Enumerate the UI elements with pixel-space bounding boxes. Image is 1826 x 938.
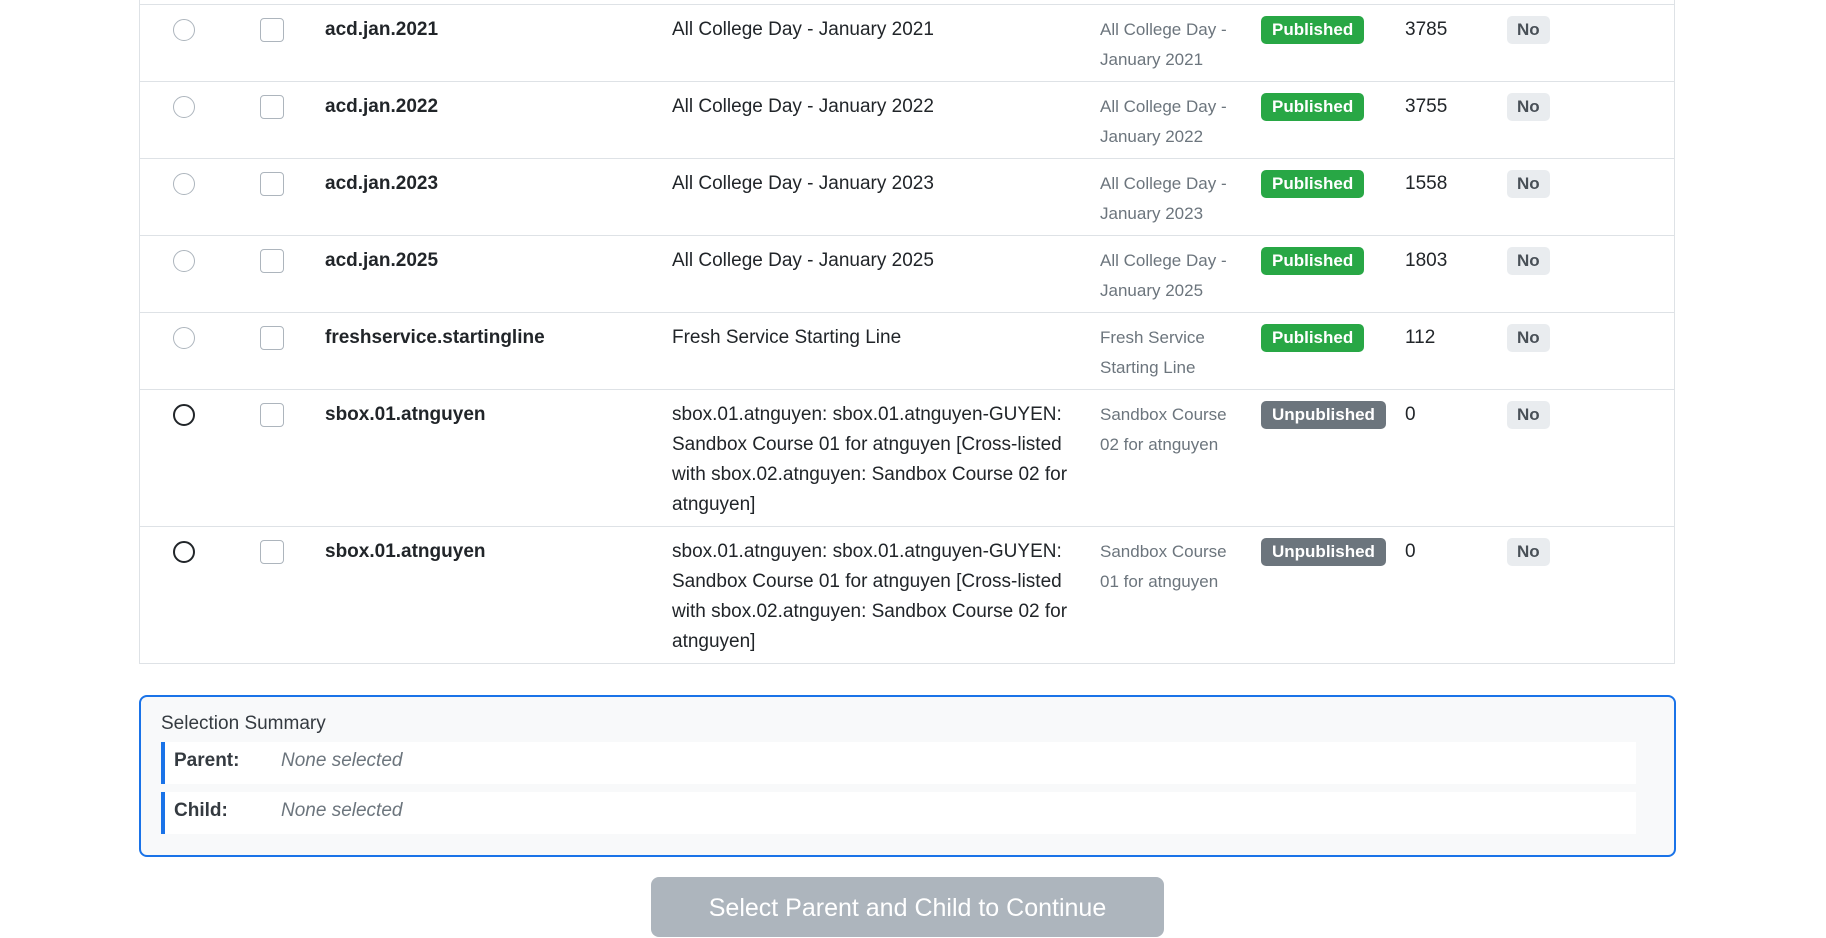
crosslisted-badge: No [1507,247,1550,275]
child-checkbox[interactable] [260,18,284,42]
status-badge: Published [1261,170,1365,198]
parent-radio[interactable] [173,250,195,272]
child-checkbox[interactable] [260,540,284,564]
enrollment-count: 0 [1405,404,1416,425]
crosslisted-badge: No [1507,170,1550,198]
course-code: sbox.01.atnguyen [325,541,486,562]
enrollment-count: 3785 [1405,19,1448,40]
course-name: sbox.01.atnguyen: sbox.01.atnguyen-GUYEN… [672,541,1068,652]
course-code: acd.jan.2022 [325,96,439,117]
enrollment-count: 1558 [1405,173,1448,194]
parent-label: Parent: [174,750,240,771]
course-sis-name: Sandbox Course 02 for atnguyen [1100,405,1227,454]
course-name: All College Day - January 2025 [672,250,934,271]
child-value: None selected [281,800,403,821]
status-badge: Unpublished [1261,401,1386,429]
course-code: acd.jan.2025 [325,250,439,271]
course-sis-name: Sandbox Course 01 for atnguyen [1100,542,1227,591]
child-checkbox[interactable] [260,172,284,196]
parent-value: None selected [281,750,403,771]
crosslisted-badge: No [1507,401,1550,429]
child-summary-row: Child: None selected [161,792,1636,834]
selection-summary-title: Selection Summary [161,713,326,734]
status-badge: Unpublished [1261,538,1386,566]
parent-radio[interactable] [173,173,195,195]
course-code: freshservice.startingline [325,327,545,348]
course-name: All College Day - January 2021 [672,19,934,40]
status-badge: Published [1261,93,1365,121]
child-checkbox[interactable] [260,249,284,273]
table-row: acd.jan.2025 All College Day - January 2… [140,236,1674,313]
enrollment-count: 0 [1405,541,1416,562]
status-badge: Published [1261,247,1365,275]
enrollment-count: 112 [1405,327,1436,348]
course-name: sbox.01.atnguyen: sbox.01.atnguyen-GUYEN… [672,404,1068,515]
parent-radio[interactable] [173,541,195,563]
status-badge: Published [1261,16,1365,44]
course-sis-name: Fresh Service Starting Line [1100,328,1205,377]
table-row: sbox.01.atnguyen sbox.01.atnguyen: sbox.… [140,527,1674,664]
child-checkbox[interactable] [260,95,284,119]
course-table: acd.jan.2021 All College Day - January 2… [139,0,1675,664]
course-sis-name: All College Day - January 2022 [1100,97,1227,146]
status-badge: Published [1261,324,1365,352]
table-row: acd.jan.2022 All College Day - January 2… [140,82,1674,159]
enrollment-count: 3755 [1405,96,1448,117]
child-checkbox[interactable] [260,326,284,350]
table-row: acd.jan.2021 All College Day - January 2… [140,5,1674,82]
course-name: Fresh Service Starting Line [672,327,902,348]
parent-radio[interactable] [173,19,195,41]
selection-summary-panel: Selection Summary Parent: None selected … [139,695,1676,857]
table-row: acd.jan.2023 All College Day - January 2… [140,159,1674,236]
course-name: All College Day - January 2022 [672,96,934,117]
parent-radio[interactable] [173,96,195,118]
table-row: sbox.01.atnguyen sbox.01.atnguyen: sbox.… [140,390,1674,527]
crosslisted-badge: No [1507,538,1550,566]
crosslisted-badge: No [1507,324,1550,352]
course-sis-name: All College Day - January 2021 [1100,20,1227,69]
parent-radio[interactable] [173,327,195,349]
crosslisted-badge: No [1507,16,1550,44]
parent-radio[interactable] [173,404,195,426]
continue-button[interactable]: Select Parent and Child to Continue [651,877,1164,937]
child-checkbox[interactable] [260,403,284,427]
parent-summary-row: Parent: None selected [161,742,1636,784]
course-sis-name: All College Day - January 2023 [1100,174,1227,223]
crosslisted-badge: No [1507,93,1550,121]
course-code: acd.jan.2023 [325,173,439,194]
table-row: freshservice.startingline Fresh Service … [140,313,1674,390]
course-name: All College Day - January 2023 [672,173,934,194]
course-code: acd.jan.2021 [325,19,439,40]
course-code: sbox.01.atnguyen [325,404,486,425]
child-label: Child: [174,800,228,821]
course-sis-name: All College Day - January 2025 [1100,251,1227,300]
enrollment-count: 1803 [1405,250,1448,271]
